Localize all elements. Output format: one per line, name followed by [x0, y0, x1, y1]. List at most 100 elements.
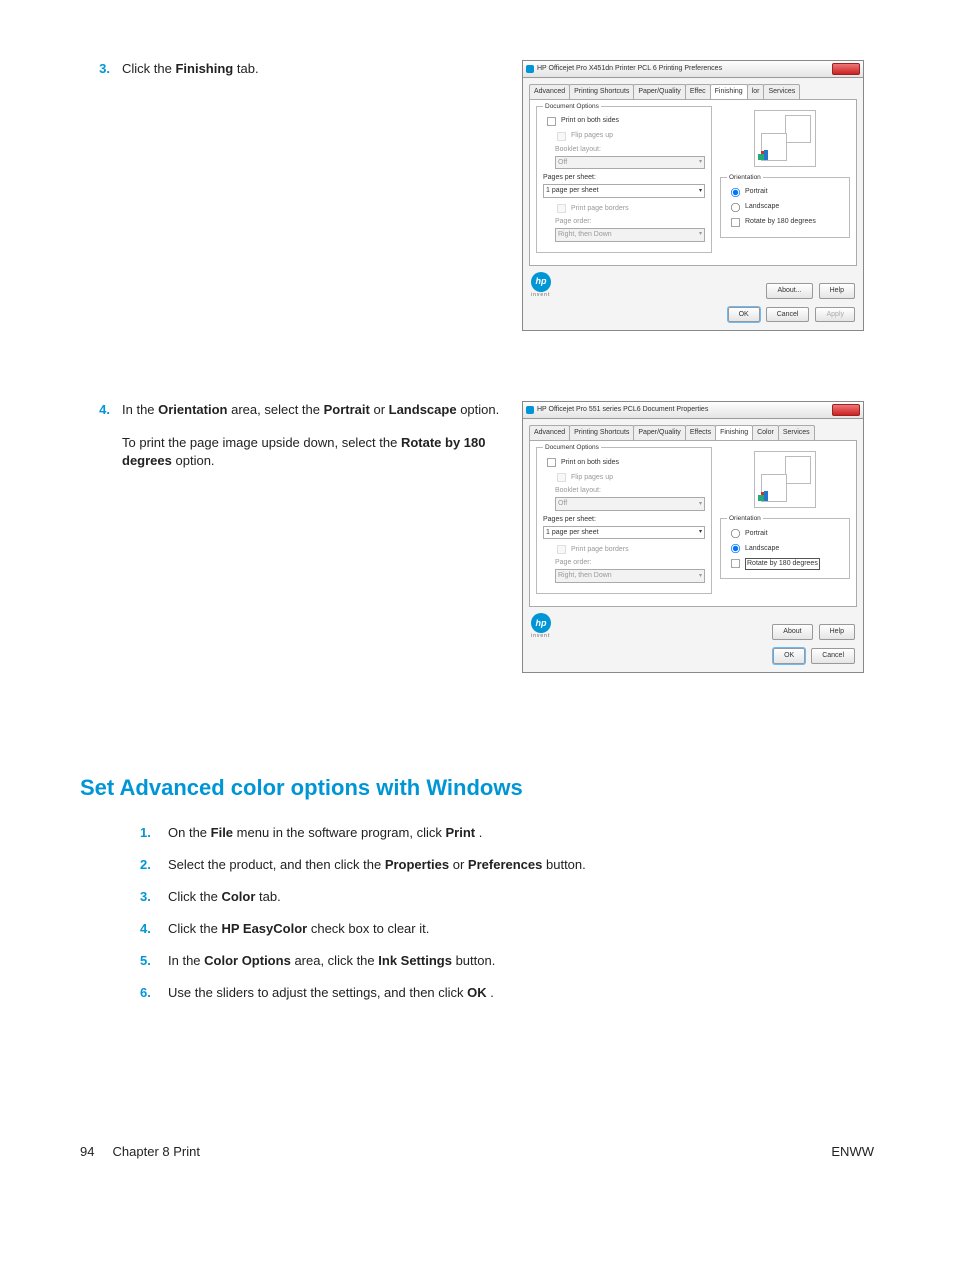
- footer-left: 94 Chapter 8 Print: [80, 1143, 200, 1161]
- tab-finishing[interactable]: Finishing: [715, 425, 753, 440]
- text: .: [479, 825, 483, 840]
- chevron-down-icon: ▾: [699, 572, 702, 580]
- about-button[interactable]: About...: [766, 283, 812, 299]
- pages-per-sheet-label: Pages per sheet:: [543, 515, 705, 525]
- step-number: 2.: [140, 856, 168, 874]
- tab-paper[interactable]: Paper/Quality: [633, 425, 685, 440]
- step-number: 1.: [140, 824, 168, 842]
- value: 1 page per sheet: [546, 528, 599, 538]
- label: Portrait: [745, 187, 768, 197]
- chevron-down-icon: ▾: [699, 158, 702, 166]
- text: or: [453, 857, 468, 872]
- rotate-checkbox[interactable]: Rotate by 180 degrees: [729, 557, 843, 570]
- text: In the: [122, 402, 158, 417]
- label: Print on both sides: [561, 458, 619, 468]
- section-heading: Set Advanced color options with Windows: [80, 773, 874, 804]
- tab-shortcuts[interactable]: Printing Shortcuts: [569, 84, 634, 99]
- step-text: Click the Color tab.: [168, 888, 281, 906]
- ok-button[interactable]: OK: [728, 307, 760, 323]
- text-bold: Portrait: [324, 402, 370, 417]
- step-number: 5.: [140, 952, 168, 970]
- titlebar: HP Officejet Pro X451dn Printer PCL 6 Pr…: [523, 61, 863, 78]
- text: option.: [176, 453, 215, 468]
- label: Flip pages up: [571, 473, 613, 483]
- text-bold: File: [211, 825, 233, 840]
- close-icon[interactable]: [832, 404, 860, 416]
- preview-icon: [754, 451, 816, 508]
- tab-services[interactable]: Services: [763, 84, 800, 99]
- help-button[interactable]: Help: [819, 624, 855, 640]
- app-icon: [526, 406, 534, 414]
- text: Select the product, and then click the: [168, 857, 385, 872]
- portrait-radio[interactable]: Portrait: [729, 527, 843, 540]
- text-bold: HP EasyColor: [221, 921, 307, 936]
- close-icon[interactable]: [832, 63, 860, 75]
- step-text: In the Orientation area, select the Port…: [122, 401, 522, 484]
- logo-sub: invent: [531, 633, 551, 640]
- page-order-select: Right, then Down▾: [555, 569, 705, 583]
- text: check box to clear it.: [311, 921, 430, 936]
- pages-per-sheet-select[interactable]: 1 page per sheet▾: [543, 184, 705, 198]
- text: Click the: [122, 61, 175, 76]
- tab-advanced[interactable]: Advanced: [529, 84, 570, 99]
- flip-pages-checkbox: Flip pages up: [555, 130, 705, 143]
- portrait-radio[interactable]: Portrait: [729, 186, 843, 199]
- tab-color[interactable]: lor: [747, 84, 765, 99]
- step-text: Select the product, and then click the P…: [168, 856, 586, 874]
- print-both-sides-checkbox[interactable]: Print on both sides: [545, 115, 705, 128]
- value: 1 page per sheet: [546, 186, 599, 196]
- tab-effects[interactable]: Effec: [685, 84, 711, 99]
- window-title: HP Officejet Pro 551 series PCL6 Documen…: [537, 405, 832, 415]
- help-button[interactable]: Help: [819, 283, 855, 299]
- ok-button[interactable]: OK: [773, 648, 805, 664]
- step-text: In the Color Options area, click the Ink…: [168, 952, 495, 970]
- landscape-radio[interactable]: Landscape: [729, 542, 843, 555]
- chapter-label: Chapter 8 Print: [113, 1144, 200, 1159]
- chevron-down-icon: ▾: [699, 528, 702, 536]
- tab-finishing[interactable]: Finishing: [710, 84, 748, 99]
- chevron-down-icon: ▾: [699, 500, 702, 508]
- booklet-label: Booklet layout:: [555, 486, 705, 496]
- about-button[interactable]: About: [772, 624, 812, 640]
- tab-shortcuts[interactable]: Printing Shortcuts: [569, 425, 634, 440]
- text-bold: Ink Settings: [378, 953, 452, 968]
- pages-per-sheet-select[interactable]: 1 page per sheet ▾: [543, 526, 705, 540]
- cancel-button[interactable]: Cancel: [766, 307, 810, 323]
- step-number: 3.: [140, 888, 168, 906]
- tab-advanced[interactable]: Advanced: [529, 425, 570, 440]
- label: Print on both sides: [561, 116, 619, 126]
- value: Right, then Down: [558, 230, 612, 240]
- text-bold: Finishing: [175, 61, 233, 76]
- value: Off: [558, 158, 567, 168]
- tab-effects[interactable]: Effects: [685, 425, 716, 440]
- text: In the: [168, 953, 204, 968]
- rotate-checkbox[interactable]: Rotate by 180 degrees: [729, 216, 843, 229]
- dialog-finishing-2: HP Officejet Pro 551 series PCL6 Documen…: [522, 401, 864, 672]
- preview-icon: [754, 110, 816, 167]
- footer-right: ENWW: [831, 1143, 874, 1161]
- tab-services[interactable]: Services: [778, 425, 815, 440]
- print-both-sides-checkbox[interactable]: Print on both sides: [545, 456, 705, 469]
- text: option.: [460, 402, 499, 417]
- text: button.: [456, 953, 496, 968]
- page-order-label: Page order:: [555, 558, 705, 568]
- label: Rotate by 180 degrees: [745, 558, 820, 570]
- app-icon: [526, 65, 534, 73]
- label: Portrait: [745, 529, 768, 539]
- cancel-button[interactable]: Cancel: [811, 648, 855, 664]
- titlebar: HP Officejet Pro 551 series PCL6 Documen…: [523, 402, 863, 419]
- landscape-radio[interactable]: Landscape: [729, 201, 843, 214]
- label: Landscape: [745, 202, 779, 212]
- text: Click the: [168, 889, 221, 904]
- text: .: [490, 985, 494, 1000]
- tab-color[interactable]: Color: [752, 425, 779, 440]
- step-text: Click the Finishing tab.: [122, 60, 522, 92]
- label: Landscape: [745, 544, 779, 554]
- step-number: 3.: [80, 60, 122, 78]
- group-label: Document Options: [543, 443, 601, 452]
- hp-logo-icon: hp: [531, 272, 551, 292]
- tab-paper[interactable]: Paper/Quality: [633, 84, 685, 99]
- page-order-label: Page order:: [555, 217, 705, 227]
- booklet-select: Off▾: [555, 497, 705, 511]
- text-bold: Color: [221, 889, 255, 904]
